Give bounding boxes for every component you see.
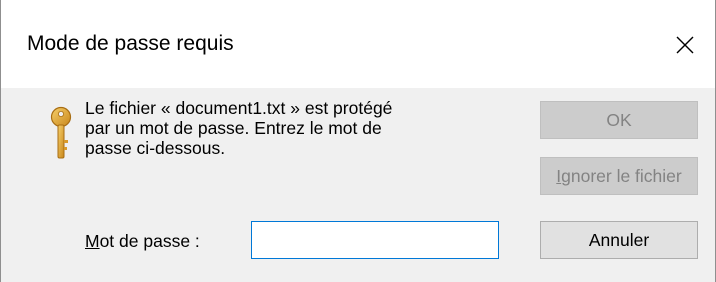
message-line: Le fichier « document1.txt » est protégé [85, 98, 393, 118]
ignore-label: gnorer le fichier [561, 165, 682, 186]
close-icon [676, 36, 694, 54]
password-input[interactable] [251, 221, 499, 259]
message-text: Le fichier « document1.txt » est protégé… [85, 98, 505, 158]
password-label: Mot de passe : [85, 231, 200, 252]
cancel-button[interactable]: Annuler [540, 221, 698, 259]
password-label-accel: M [85, 231, 100, 251]
password-dialog: Mode de passe requis Le fichier « docume… [0, 0, 716, 282]
password-label-text: ot de passe : [99, 231, 200, 251]
close-button[interactable] [661, 18, 709, 72]
ignore-file-button[interactable]: Ignorer le fichier [540, 157, 698, 195]
key-icon [50, 106, 72, 159]
title-bar: Mode de passe requis [1, 0, 715, 88]
message-line: par un mot de passe. Entrez le mot de [85, 118, 382, 138]
ok-button[interactable]: OK [540, 101, 698, 139]
message-line: passe ci-dessous. [85, 138, 226, 158]
dialog-title: Mode de passe requis [27, 32, 234, 55]
